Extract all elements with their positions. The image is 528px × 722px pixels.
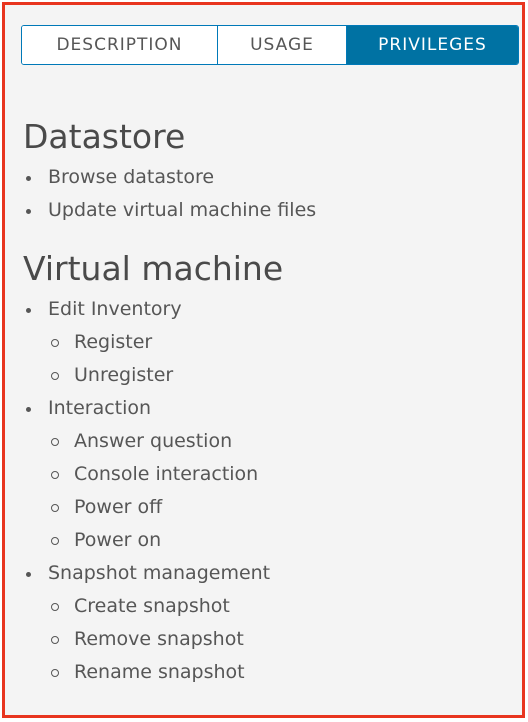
privilege-subitem: Unregister [23,359,513,392]
privilege-subitem: Power off [23,491,513,524]
privilege-group: Edit Inventory [23,293,513,326]
section-title-datastore: Datastore [23,117,186,156]
tab-bar: DESCRIPTION USAGE PRIVILEGES [21,25,519,65]
privilege-subitem: Power on [23,524,513,557]
tab-usage[interactable]: USAGE [217,26,346,64]
privilege-subitem: Rename snapshot [23,656,513,689]
virtual-machine-privileges: Edit Inventory Register Unregister Inter… [23,293,513,689]
datastore-privileges: Browse datastore Update virtual machine … [23,161,513,227]
privilege-subitem: Console interaction [23,458,513,491]
section-title-virtual-machine: Virtual machine [23,249,284,288]
privilege-item: Update virtual machine files [23,194,513,227]
privileges-list: Datastore Browse datastore Update virtua… [23,113,513,689]
privilege-subitem: Register [23,326,513,359]
privilege-subitem: Answer question [23,425,513,458]
tab-description[interactable]: DESCRIPTION [22,26,217,64]
privilege-item: Browse datastore [23,161,513,194]
privilege-subitem: Remove snapshot [23,623,513,656]
tab-privileges[interactable]: PRIVILEGES [346,26,518,64]
privilege-group: Interaction [23,392,513,425]
highlight-frame: DESCRIPTION USAGE PRIVILEGES Datastore B… [2,2,525,718]
privilege-subitem: Create snapshot [23,590,513,623]
privilege-group: Snapshot management [23,557,513,590]
